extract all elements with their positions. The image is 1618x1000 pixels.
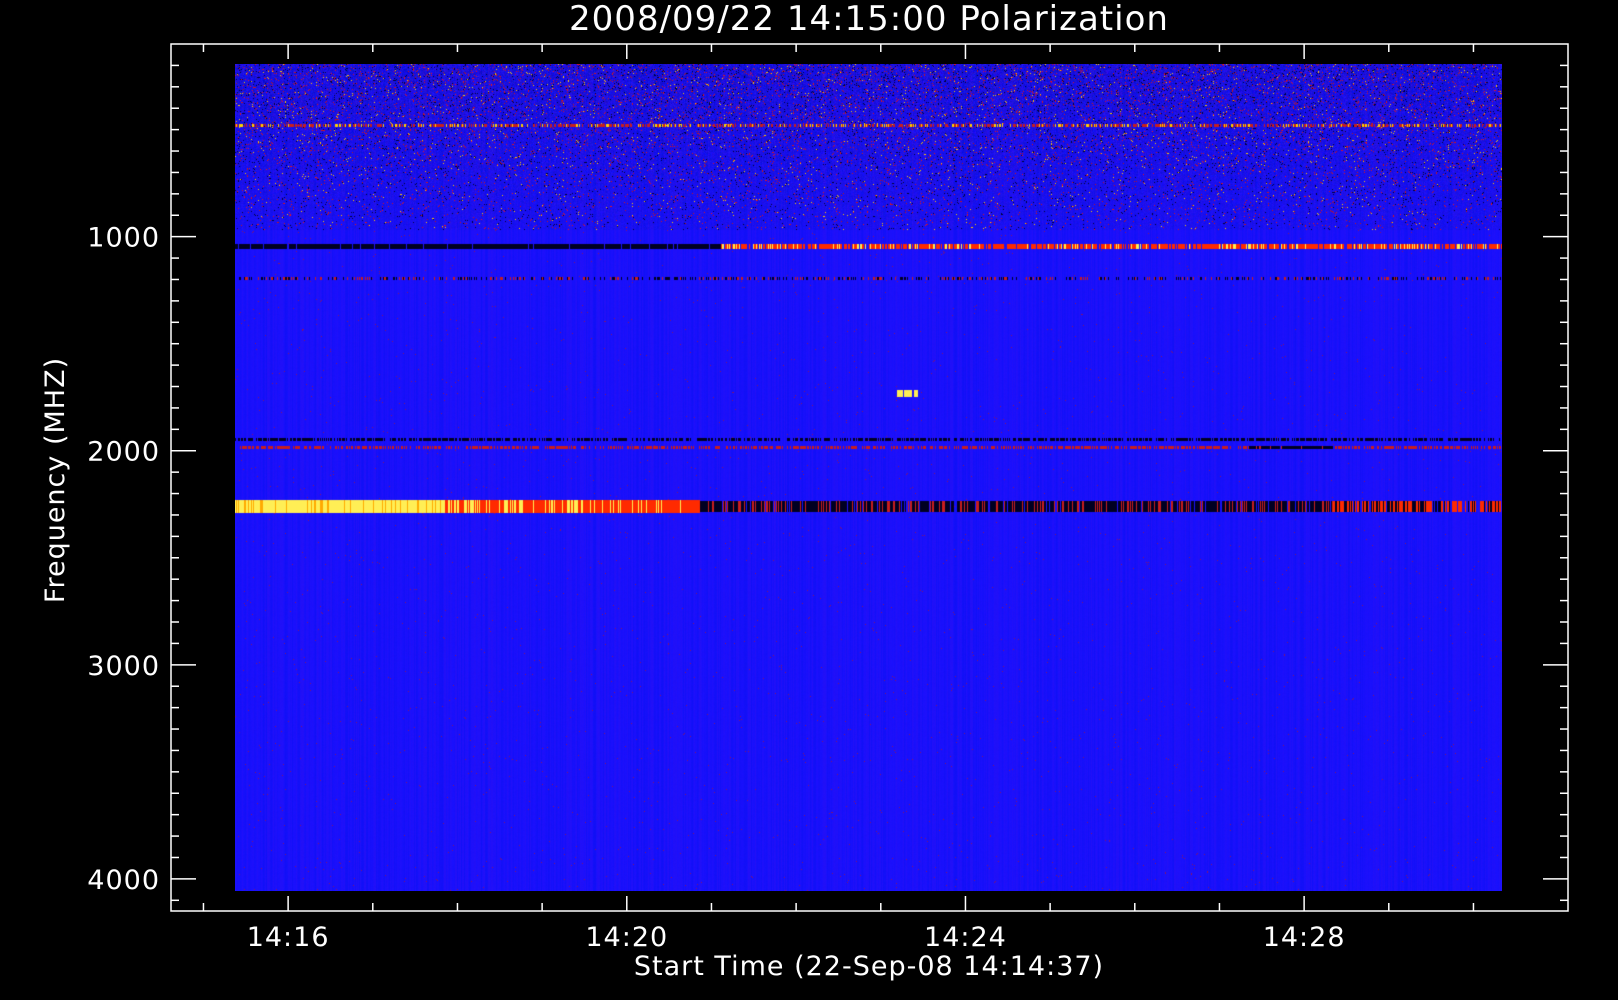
x-tick-label: 14:28 xyxy=(1263,922,1346,953)
spectrogram-canvas xyxy=(235,64,1502,891)
y-tick-label: 3000 xyxy=(87,651,160,682)
y-tick-label: 2000 xyxy=(87,437,160,468)
x-tick-label: 14:20 xyxy=(585,922,668,953)
chart-title: 2008/09/22 14:15:00 Polarization xyxy=(569,0,1169,39)
spectrogram-chart: 2008/09/22 14:15:00 Polarization 14:16 14… xyxy=(0,0,1618,1000)
y-tick-label: 1000 xyxy=(87,223,160,254)
x-tick-label: 14:16 xyxy=(247,922,330,953)
x-tick-label: 14:24 xyxy=(924,922,1007,953)
y-axis-label: Frequency (MHZ) xyxy=(40,357,71,603)
spectrogram-image xyxy=(235,64,1502,891)
x-axis-label: Start Time (22-Sep-08 14:14:37) xyxy=(634,951,1104,982)
y-tick-label: 4000 xyxy=(87,865,160,896)
spectrogram-canvas-holder xyxy=(235,64,1502,891)
